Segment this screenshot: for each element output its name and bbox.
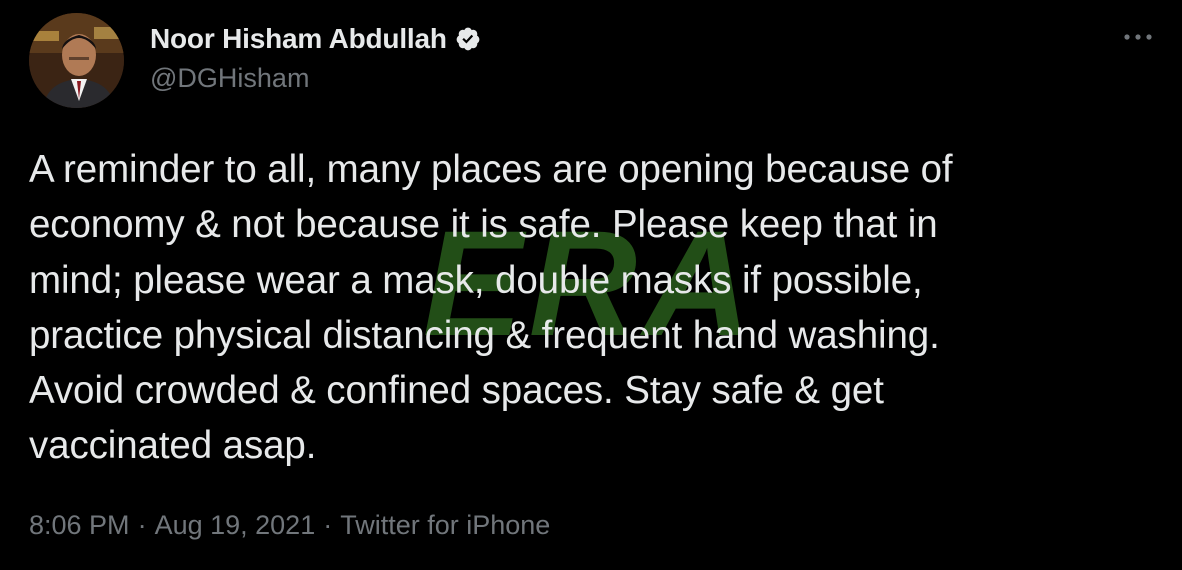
tweet-metadata: 8:06 PM · Aug 19, 2021 · Twitter for iPh… [29, 510, 550, 541]
author-display-name[interactable]: Noor Hisham Abdullah [150, 23, 447, 55]
meta-separator: · [137, 510, 147, 540]
author-handle[interactable]: @DGHisham [150, 63, 309, 94]
tweet-text: A reminder to all, many places are openi… [29, 148, 953, 468]
tweet-card: Noor Hisham Abdullah @DGHisham ERA A rem… [0, 0, 1182, 570]
tweet-source[interactable]: Twitter for iPhone [340, 510, 550, 541]
more-options-button[interactable] [1118, 22, 1158, 52]
meta-separator: · [323, 510, 333, 540]
tweet-date[interactable]: Aug 19, 2021 [155, 510, 316, 541]
profile-photo-icon [29, 13, 124, 108]
avatar[interactable] [29, 13, 124, 108]
ellipsis-icon [1124, 34, 1152, 40]
tweet-time[interactable]: 8:06 PM [29, 510, 130, 541]
verified-badge-icon [455, 26, 481, 52]
author-row: Noor Hisham Abdullah [150, 20, 481, 58]
